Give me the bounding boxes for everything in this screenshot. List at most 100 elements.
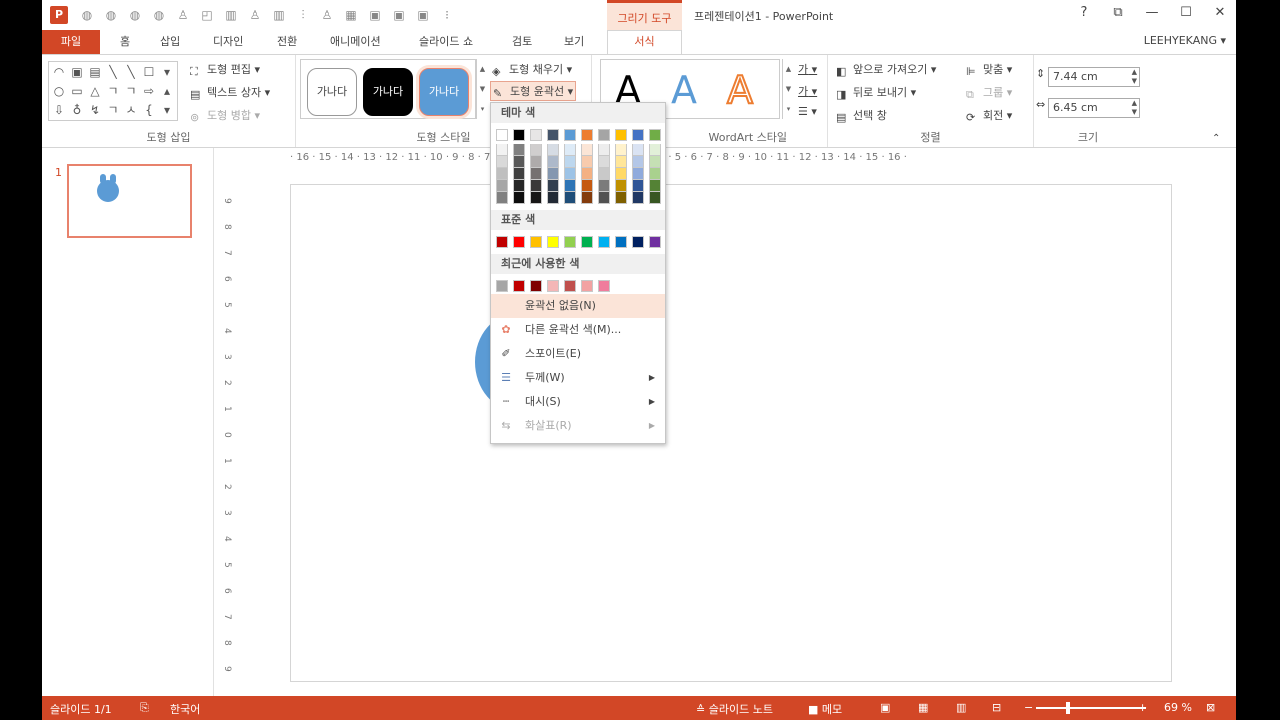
theme-shade-swatch[interactable] bbox=[649, 180, 661, 192]
shape-gallery-item[interactable]: ㄱ bbox=[104, 101, 122, 120]
theme-shade-swatch[interactable] bbox=[496, 180, 508, 192]
theme-shade-swatch[interactable] bbox=[632, 192, 644, 204]
group-icon[interactable]: ♙ bbox=[246, 7, 264, 23]
tab-insert[interactable]: 삽입 bbox=[160, 30, 180, 54]
shape-fill-button[interactable]: ◈ 도형 채우기 ▾ bbox=[492, 61, 572, 78]
theme-shade-swatch[interactable] bbox=[598, 192, 610, 204]
shape-style-outline[interactable]: 가나다 bbox=[307, 68, 357, 116]
slide-sorter-icon[interactable]: ▦ bbox=[918, 701, 928, 714]
theme-shade-swatch[interactable] bbox=[564, 156, 576, 168]
theme-shade-swatch[interactable] bbox=[564, 180, 576, 192]
tab-transitions[interactable]: 전환 bbox=[277, 30, 297, 54]
standard-color-swatch[interactable] bbox=[564, 236, 576, 248]
start-slideshow-icon[interactable]: ◍ bbox=[150, 7, 168, 23]
height-spinner[interactable]: ▲ ▼ bbox=[1132, 68, 1137, 86]
align-button[interactable]: ⊫ 맞춤 ▾ bbox=[966, 61, 1012, 78]
standard-color-swatch[interactable] bbox=[649, 236, 661, 248]
theme-color-swatch[interactable] bbox=[564, 129, 576, 141]
theme-color-swatch[interactable] bbox=[581, 129, 593, 141]
tab-review[interactable]: 검토 bbox=[512, 30, 532, 54]
distribute-icon[interactable]: ▥ bbox=[270, 7, 288, 23]
shape-gallery-item[interactable]: ⇨ bbox=[140, 82, 158, 101]
comments-button[interactable]: ■ 메모 bbox=[808, 701, 842, 717]
ribbon-display-options-icon[interactable]: ⧉ bbox=[1108, 5, 1128, 20]
shape-gallery-item[interactable]: ⇩ bbox=[50, 101, 68, 120]
theme-shade-swatch[interactable] bbox=[649, 144, 661, 156]
tab-animations[interactable]: 애니메이션 bbox=[330, 30, 381, 54]
send-backward-button[interactable]: ◨ 뒤로 보내기 ▾ bbox=[836, 84, 916, 101]
shape-gallery-item[interactable]: ㄱ bbox=[104, 82, 122, 101]
theme-shade-swatch[interactable] bbox=[496, 192, 508, 204]
standard-color-swatch[interactable] bbox=[598, 236, 610, 248]
theme-shade-swatch[interactable] bbox=[547, 192, 559, 204]
theme-shade-swatch[interactable] bbox=[598, 156, 610, 168]
theme-shade-swatch[interactable] bbox=[530, 156, 542, 168]
standard-color-swatch[interactable] bbox=[513, 236, 525, 248]
theme-shade-swatch[interactable] bbox=[530, 144, 542, 156]
standard-color-swatch[interactable] bbox=[615, 236, 627, 248]
check-icon[interactable]: ▣ bbox=[414, 7, 432, 23]
align-icon[interactable]: ▥ bbox=[222, 7, 240, 23]
theme-shade-swatch[interactable] bbox=[615, 180, 627, 192]
save-icon[interactable]: ◍ bbox=[78, 7, 96, 23]
theme-color-swatch[interactable] bbox=[513, 129, 525, 141]
standard-color-swatch[interactable] bbox=[632, 236, 644, 248]
theme-shade-swatch[interactable] bbox=[513, 168, 525, 180]
shape-gallery-item[interactable]: ㅅ bbox=[122, 101, 140, 120]
chart-icon[interactable]: ⫶ bbox=[294, 7, 312, 23]
theme-shade-swatch[interactable] bbox=[496, 144, 508, 156]
standard-color-swatch[interactable] bbox=[547, 236, 559, 248]
theme-shade-swatch[interactable] bbox=[598, 168, 610, 180]
shape-gallery-item[interactable]: ◠ bbox=[50, 63, 68, 82]
normal-view-icon[interactable]: ▣ bbox=[880, 701, 890, 714]
arrows-item[interactable]: ⇆ 화살표(R) ▶ bbox=[491, 414, 665, 438]
theme-shade-swatch[interactable] bbox=[632, 144, 644, 156]
wordart-style-orange-outline[interactable]: A bbox=[726, 67, 754, 113]
theme-shade-swatch[interactable] bbox=[547, 144, 559, 156]
bring-front-icon[interactable]: ♙ bbox=[318, 7, 336, 23]
shape-icon[interactable]: ◰ bbox=[198, 7, 216, 23]
shape-style-dark[interactable]: 가나다 bbox=[363, 68, 413, 116]
fit-to-window-icon[interactable]: ⊠ bbox=[1206, 701, 1215, 714]
theme-shade-swatch[interactable] bbox=[581, 168, 593, 180]
recent-color-swatch[interactable] bbox=[496, 280, 508, 292]
theme-shade-swatch[interactable] bbox=[649, 156, 661, 168]
merge-shapes-button[interactable]: ⊚ 도형 병합 ▾ bbox=[190, 107, 260, 124]
theme-shade-swatch[interactable] bbox=[632, 168, 644, 180]
recent-color-swatch[interactable] bbox=[598, 280, 610, 292]
notes-button[interactable]: ≙ 슬라이드 노트 bbox=[696, 701, 773, 717]
no-outline-item[interactable]: 윤곽선 없음(N) bbox=[491, 294, 665, 318]
edit-shape-button[interactable]: ⛶ 도형 편집 ▾ bbox=[190, 61, 260, 78]
undo-icon[interactable]: ◍ bbox=[102, 7, 120, 23]
send-back-icon[interactable]: ▦ bbox=[342, 7, 360, 23]
standard-color-swatch[interactable] bbox=[581, 236, 593, 248]
theme-shade-swatch[interactable] bbox=[581, 180, 593, 192]
text-fill-button[interactable]: 가 ▾ bbox=[798, 61, 817, 77]
theme-shade-swatch[interactable] bbox=[513, 156, 525, 168]
user-account[interactable]: LEEHYEKANG ▾ bbox=[1144, 34, 1226, 47]
standard-color-swatch[interactable] bbox=[530, 236, 542, 248]
shape-gallery-item[interactable]: ☐ bbox=[140, 63, 158, 82]
width-spinner[interactable]: ▲ ▼ bbox=[1132, 99, 1137, 117]
theme-shade-swatch[interactable] bbox=[564, 168, 576, 180]
maximize-button[interactable]: ☐ bbox=[1176, 5, 1196, 20]
close-button[interactable]: ✕ bbox=[1210, 5, 1230, 20]
theme-shade-swatch[interactable] bbox=[598, 144, 610, 156]
tab-slideshow[interactable]: 슬라이드 쇼 bbox=[419, 30, 473, 54]
shape-gallery-item[interactable]: ▤ bbox=[86, 63, 104, 82]
recent-color-swatch[interactable] bbox=[564, 280, 576, 292]
theme-shade-swatch[interactable] bbox=[615, 156, 627, 168]
weight-item[interactable]: ☰ 두께(W) ▶ bbox=[491, 366, 665, 390]
text-effects-button[interactable]: ☰ ▾ bbox=[798, 105, 817, 118]
theme-shade-swatch[interactable] bbox=[649, 192, 661, 204]
recent-color-swatch[interactable] bbox=[581, 280, 593, 292]
tab-file[interactable]: 파일 bbox=[42, 30, 100, 54]
screenshot-icon[interactable]: ▣ bbox=[390, 7, 408, 23]
theme-shade-swatch[interactable] bbox=[615, 168, 627, 180]
dashes-item[interactable]: ┅ 대시(S) ▶ bbox=[491, 390, 665, 414]
theme-shade-swatch[interactable] bbox=[615, 144, 627, 156]
zoom-slider-thumb[interactable] bbox=[1066, 702, 1070, 714]
rotate-button[interactable]: ⟳ 회전 ▾ bbox=[966, 107, 1012, 124]
theme-shade-swatch[interactable] bbox=[615, 192, 627, 204]
tab-home[interactable]: 홈 bbox=[120, 30, 130, 54]
